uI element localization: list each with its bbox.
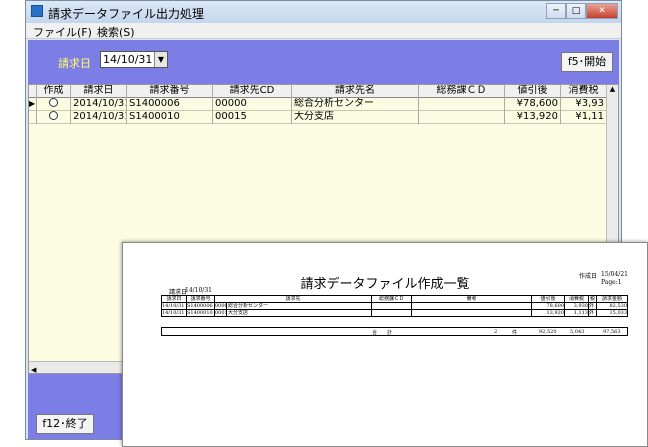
cell-dept-cd — [419, 111, 505, 124]
report-header-row: 請求日 請求番号 請求先 総務課ＣＤ 備考 値引後 消費税 税 請求金額 — [162, 296, 627, 303]
create-radio[interactable] — [49, 98, 58, 107]
rcol-kind: 税 — [589, 296, 597, 303]
table-row[interactable]: ▶ 2014/10/31 S1400006 00000 総合分析センター ¥78… — [29, 98, 607, 111]
col-amount[interactable]: 値引後 — [505, 85, 561, 98]
minimize-button[interactable]: ─ — [546, 3, 566, 19]
menu-bar: ファイル(F) 検索(S) — [26, 23, 621, 39]
rcol-total: 請求金額 — [601, 296, 622, 302]
row-header-corner — [29, 85, 37, 98]
report-total-row: 合 計 2 件 92,520 5,043 97,563 — [161, 327, 628, 336]
cell-amount: ¥13,920 — [505, 111, 561, 124]
total-count: 2 — [494, 329, 498, 335]
col-create[interactable]: 作成 — [37, 85, 71, 98]
rcol-no: 請求番号 — [187, 296, 215, 303]
rcol-amount: 値引後 — [532, 296, 565, 303]
total-amount: 92,520 — [539, 329, 557, 335]
report-table: 請求日 請求番号 請求先 総務課ＣＤ 備考 値引後 消費税 税 請求金額 14/… — [161, 295, 628, 317]
print-preview: 請求データファイル作成一覧 作成日 15/04/21 Page:1 請求日 14… — [122, 242, 648, 447]
col-dept-cd[interactable]: 総務課ＣＤ — [419, 85, 505, 98]
cell-customer-cd: 00015 — [213, 111, 292, 124]
scroll-left-icon[interactable]: ◀ — [29, 366, 36, 373]
start-button[interactable]: f5･開始 — [561, 52, 613, 72]
row-pointer-icon: ▶ — [29, 98, 37, 111]
window-title: 請求データファイル出力処理 — [48, 7, 205, 21]
cell-tax: ¥3,93 — [561, 98, 607, 111]
cell-amount: ¥78,600 — [505, 98, 561, 111]
create-radio-cell[interactable] — [37, 111, 71, 124]
rcell-note — [412, 303, 532, 310]
rcell-amount: 13,920 — [532, 310, 565, 317]
menu-search[interactable]: 検索(S) — [97, 24, 135, 40]
rcell-note — [412, 310, 532, 317]
col-billing-date[interactable]: 請求日 — [71, 85, 127, 98]
col-invoice-no[interactable]: 請求番号 — [127, 85, 213, 98]
rcell-date: 14/10/31 — [162, 303, 187, 310]
col-tax[interactable]: 消費税 — [561, 85, 607, 98]
report-date-value: 14/10/31 — [185, 287, 212, 294]
rcell-amount: 78,600 — [532, 303, 565, 310]
rcell-cd: 00000 — [215, 303, 227, 310]
total-tax: 5,043 — [570, 329, 585, 335]
rcell-name: 大分支店 — [227, 310, 372, 317]
billing-date-label: 請求日 — [58, 57, 91, 70]
report-created-date: 15/04/21 — [601, 271, 628, 278]
billing-date-value: 14/10/31 — [103, 53, 153, 66]
rcell-date: 14/10/31 — [162, 310, 187, 317]
report-row: 14/10/31 S1400010 00015 大分支店 13,920 1,11… — [162, 310, 627, 317]
exit-button[interactable]: f12･終了 — [36, 414, 94, 434]
cell-customer-name: 総合分析センター — [292, 98, 419, 111]
col-customer-cd[interactable]: 請求先CD — [213, 85, 292, 98]
cell-dept-cd — [419, 98, 505, 111]
grid-header: 作成 請求日 請求番号 請求先CD 請求先名 総務課ＣＤ 値引後 消費税 — [29, 85, 607, 98]
rcell-dept — [372, 303, 412, 310]
title-bar: 請求データファイル出力処理 ─ □ ✕ — [26, 1, 621, 23]
create-radio-cell[interactable] — [37, 98, 71, 111]
col-customer-name[interactable]: 請求先名 — [292, 85, 419, 98]
filter-panel: 請求日 14/10/31 ▼ f5･開始 — [28, 40, 619, 84]
cell-date: 2014/10/31 — [73, 98, 127, 111]
cell-customer-name: 大分支店 — [292, 111, 419, 124]
row-pointer-cell — [29, 111, 37, 124]
rcell-kind: 外 — [589, 310, 597, 317]
chevron-down-icon[interactable]: ▼ — [154, 52, 167, 67]
total-unit: 件 — [512, 330, 518, 336]
rcol-note: 備考 — [412, 296, 532, 303]
scroll-up-icon[interactable]: ▲ — [607, 85, 618, 93]
rcell-kind: 外 — [589, 303, 597, 310]
report-row: 14/10/31 S1400006 00000 総合分析センター 78,600 … — [162, 303, 627, 310]
rcol-date: 請求日 — [162, 296, 187, 303]
table-row[interactable]: 2014/10/31 S1400010 00015 大分支店 ¥13,920 ¥… — [29, 111, 607, 124]
rcell-no: S1400010 — [187, 310, 215, 317]
rcol-customer: 請求先 — [215, 296, 372, 303]
rcell-dept — [372, 310, 412, 317]
rcol-tax: 消費税 — [565, 296, 589, 303]
report-page: Page:1 — [601, 279, 622, 286]
rcell-cd: 00015 — [215, 310, 227, 317]
total-label: 合 計 — [372, 330, 393, 336]
maximize-button[interactable]: □ — [566, 3, 586, 19]
menu-file[interactable]: ファイル(F) — [33, 24, 92, 40]
cell-invoice-no: S1400006 — [127, 98, 213, 111]
rcell-tax: 1,113 — [565, 310, 589, 317]
cell-customer-cd: 00000 — [213, 98, 292, 111]
cell-tax: ¥1,11 — [561, 111, 607, 124]
create-radio[interactable] — [49, 111, 58, 120]
rcell-no: S1400006 — [187, 303, 215, 310]
rcell-total: 15,033 — [609, 310, 628, 316]
app-icon — [31, 5, 43, 17]
rcell-tax: 3,930 — [565, 303, 589, 310]
rcell-name: 総合分析センター — [227, 303, 372, 310]
report-created-label: 作成日 — [579, 273, 598, 280]
cell-date: 2014/10/31 — [73, 111, 127, 124]
total-grand: 97,563 — [603, 329, 621, 335]
cell-invoice-no: S1400010 — [127, 111, 213, 124]
rcol-dept: 総務課ＣＤ — [372, 296, 412, 303]
rcell-total: 82,530 — [609, 303, 628, 309]
close-button[interactable]: ✕ — [586, 3, 618, 19]
